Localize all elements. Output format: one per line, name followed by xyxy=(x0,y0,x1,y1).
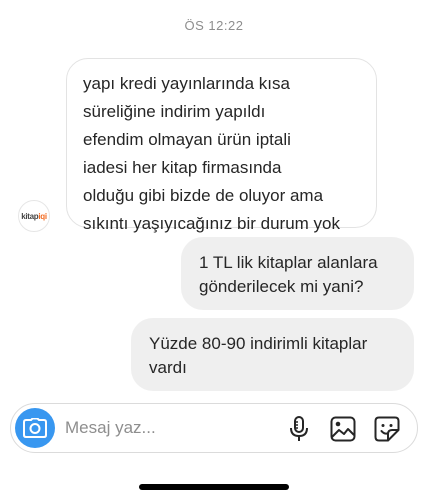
message-composer xyxy=(10,403,418,453)
message-input[interactable] xyxy=(65,416,265,440)
message-line: vardı xyxy=(149,358,187,377)
outgoing-message-bubble: 1 TL lik kitaplar alanlara gönderilecek … xyxy=(181,237,414,310)
message-line: olduğu gibi bizde de oluyor ama xyxy=(83,186,324,205)
message-line: iadesi her kitap firmasında xyxy=(83,158,282,177)
message-line: sıkıntı yaşıyıcağınız bir durum yok xyxy=(83,214,340,233)
avatar-logo: kitapiqi xyxy=(21,211,47,221)
home-indicator xyxy=(139,484,289,490)
microphone-icon xyxy=(290,416,308,441)
image-icon xyxy=(330,416,356,442)
camera-icon xyxy=(23,418,47,438)
message-line: gönderilecek mi yani? xyxy=(199,277,364,296)
sender-avatar[interactable]: kitapiqi xyxy=(18,200,50,232)
timestamp: ÖS 12:22 xyxy=(184,18,244,33)
message-line: 1 TL lik kitaplar alanlara xyxy=(199,253,378,272)
incoming-message-bubble: yapı kredi yayınlarında kısa süreliğine … xyxy=(66,58,377,233)
microphone-button[interactable] xyxy=(285,415,313,443)
outgoing-message-bubble: Yüzde 80-90 indirimli kitaplar vardı xyxy=(131,318,414,391)
sticker-icon xyxy=(374,416,400,442)
message-line: yapı kredi yayınlarında kısa xyxy=(83,74,290,93)
message-line: efendim olmayan ürün iptali xyxy=(83,130,291,149)
message-line: Yüzde 80-90 indirimli kitaplar xyxy=(149,334,368,353)
gallery-button[interactable] xyxy=(329,415,357,443)
sticker-button[interactable] xyxy=(373,415,401,443)
camera-button[interactable] xyxy=(15,408,55,448)
message-line: süreliğine indirim yapıldı xyxy=(83,102,266,121)
